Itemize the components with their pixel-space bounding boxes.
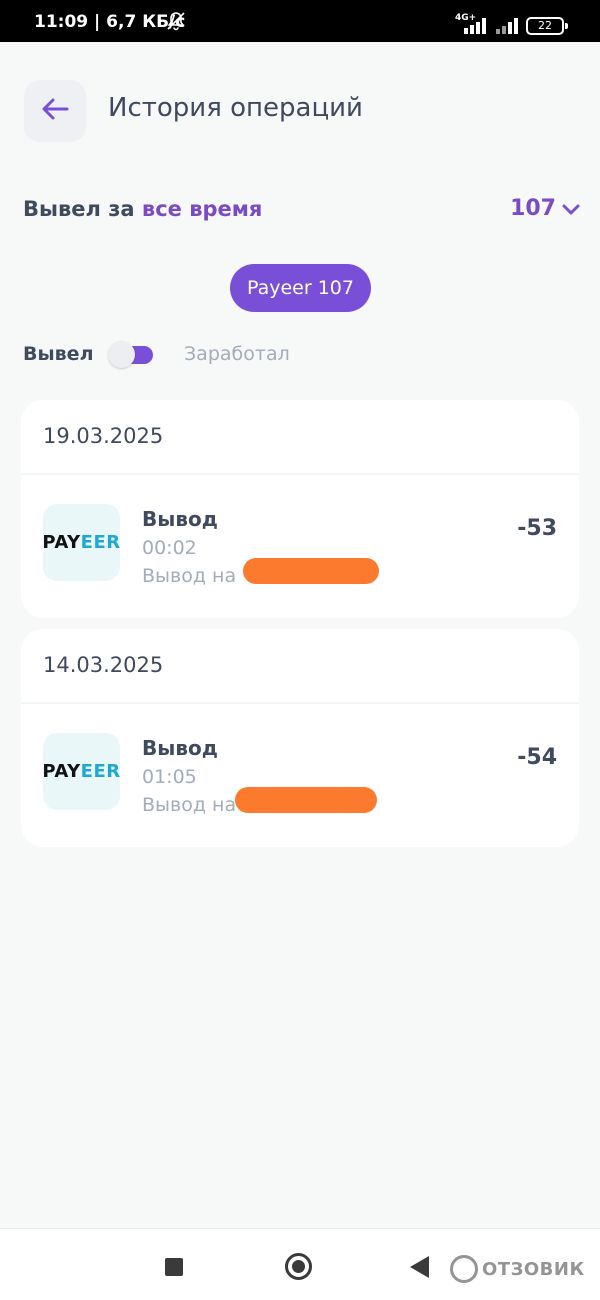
toggle-knob [108,341,135,368]
operation-description: Вывод на [142,565,237,587]
redaction-mark [235,787,377,813]
operation-time: 00:02 [142,537,197,559]
divider [21,473,579,475]
operation-amount: -54 [517,745,557,770]
status-bar: 11:09 | 6,7 КБ/с 4G+ 22 [0,0,600,42]
toggle-label-earned[interactable]: Заработал [184,343,290,365]
operation-title[interactable]: Вывод [142,507,218,531]
total-dropdown[interactable]: 107 [510,196,580,221]
period-selector[interactable]: все время [142,197,263,221]
back-button[interactable] [24,80,86,142]
operation-date: 14.03.2025 [43,653,164,677]
payeer-logo: PAY EER [42,504,120,581]
divider [21,702,579,704]
toggle-label-withdrawn[interactable]: Вывел [23,343,94,365]
battery-icon: 22 [526,17,568,35]
home-icon[interactable] [285,1253,312,1280]
watermark-text: ОТЗОВИК [482,1258,585,1280]
arrow-left-icon [41,97,69,125]
summary-prefix: Вывел за [23,197,135,221]
watermark: ОТЗОВИК [450,1255,585,1283]
chevron-down-icon [562,196,580,221]
watermark-logo-icon [450,1255,478,1283]
total-amount: 107 [510,196,556,221]
operation-date: 19.03.2025 [43,424,164,448]
operation-time: 01:05 [142,766,197,788]
status-time: 11:09 | 6,7 КБ/с [34,12,186,32]
operation-title[interactable]: Вывод [142,736,218,760]
withdrawn-earned-toggle[interactable] [108,341,153,368]
operations-day-card: 19.03.2025 PAY EER Вывод 00:02 Вывод на -… [21,400,579,618]
operation-description: Вывод на [142,794,237,816]
chip-label: Payeer 107 [247,277,354,299]
bell-off-icon [166,11,186,36]
back-triangle-icon[interactable] [410,1256,429,1278]
payeer-logo: PAY EER [42,733,120,810]
summary-label: Вывел за все время [23,197,262,221]
battery-level: 22 [538,19,552,32]
recents-icon[interactable] [165,1258,183,1276]
system-nav-bar: ОТЗОВИК [0,1228,600,1300]
payeer-filter-chip[interactable]: Payeer 107 [230,264,371,312]
operations-day-card: 14.03.2025 PAY EER Вывод 01:05 Вывод на -… [21,629,579,847]
page-title: История операций [108,93,363,123]
signal-icon-2 [494,16,522,34]
operation-amount: -53 [517,516,557,541]
signal-icon [460,16,488,34]
redaction-mark [243,558,379,584]
